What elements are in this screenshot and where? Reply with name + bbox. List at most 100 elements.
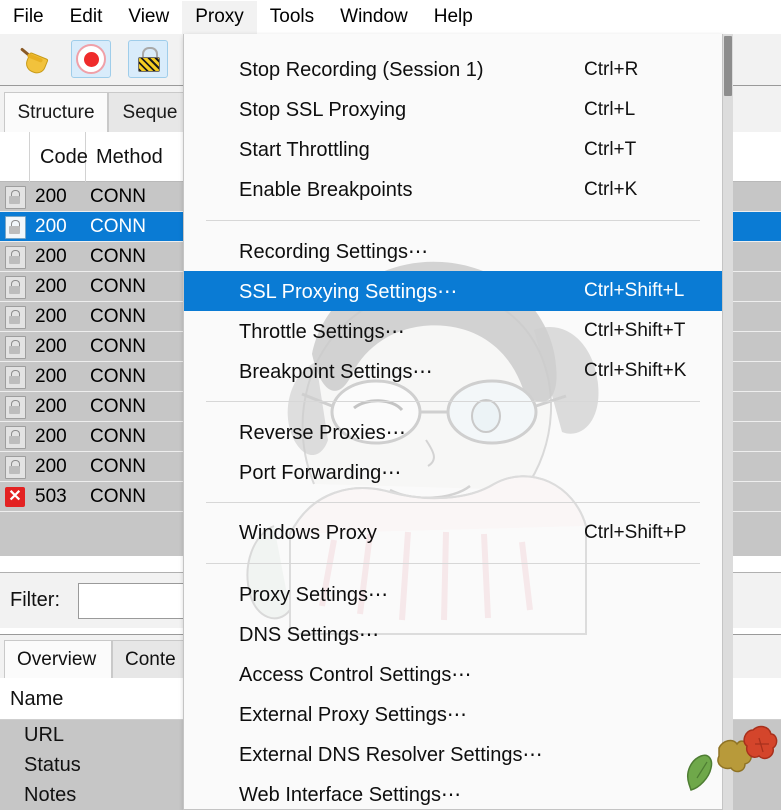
column-header-icon[interactable] xyxy=(0,132,30,182)
row-status-icon-cell xyxy=(0,182,30,212)
menu-item-external-dns-resolver-settings[interactable]: External DNS Resolver Settings⋯ xyxy=(184,734,722,774)
menu-item-label: Port Forwarding⋯ xyxy=(239,461,402,484)
error-icon: ✕ xyxy=(5,487,25,507)
menu-item-label: Proxy Settings⋯ xyxy=(239,583,388,606)
menu-item-breakpoint-settings[interactable]: Breakpoint Settings⋯ Ctrl+Shift+K xyxy=(184,351,722,391)
menu-item-stop-ssl-proxying[interactable]: Stop SSL Proxying Ctrl+L xyxy=(184,90,722,130)
menu-item-accelerator: Ctrl+K xyxy=(584,179,638,200)
menu-item-label: Throttle Settings⋯ xyxy=(239,320,405,343)
row-status-icon-cell xyxy=(0,272,30,302)
menu-item-accelerator: Ctrl+Shift+K xyxy=(584,360,687,381)
row-status-icon-cell xyxy=(0,242,30,272)
record-button[interactable] xyxy=(71,40,111,78)
menu-item-windows-proxy[interactable]: Windows Proxy Ctrl+Shift+P xyxy=(184,513,722,553)
menu-item-label: DNS Settings⋯ xyxy=(239,623,380,646)
row-code: 200 xyxy=(35,246,67,267)
column-header-code-label: Code xyxy=(40,145,88,168)
tab-structure[interactable]: Structure xyxy=(4,92,108,132)
menu-item-recording-settings[interactable]: Recording Settings⋯ xyxy=(184,231,722,271)
menu-item-label: Reverse Proxies⋯ xyxy=(239,421,406,444)
tab-sequence-label: Seque xyxy=(122,101,178,123)
menu-item-label: Web Interface Settings⋯ xyxy=(239,783,461,806)
tab-contents-label: Conte xyxy=(125,649,176,670)
menubar-item-proxy[interactable]: Proxy xyxy=(182,0,257,34)
menu-item-external-proxy-settings[interactable]: External Proxy Settings⋯ xyxy=(184,694,722,734)
lock-icon xyxy=(4,425,26,449)
row-status-icon-cell xyxy=(0,332,30,362)
menu-item-start-throttling[interactable]: Start Throttling Ctrl+T xyxy=(184,130,722,170)
lock-icon xyxy=(4,455,26,479)
lock-icon xyxy=(136,46,160,72)
menu-item-access-control-settings[interactable]: Access Control Settings⋯ xyxy=(184,654,722,694)
lock-icon xyxy=(4,275,26,299)
menu-item-accelerator: Ctrl+Shift+P xyxy=(584,522,687,543)
lock-icon xyxy=(4,245,26,269)
row-status-icon-cell xyxy=(0,422,30,452)
menubar-item-edit[interactable]: Edit xyxy=(57,1,116,34)
menu-item-proxy-settings[interactable]: Proxy Settings⋯ xyxy=(184,574,722,614)
lock-icon xyxy=(4,185,26,209)
menu-item-throttle-settings[interactable]: Throttle Settings⋯ Ctrl+Shift+T xyxy=(184,311,722,351)
row-code: 200 xyxy=(35,396,67,417)
tab-contents[interactable]: Conte xyxy=(112,640,190,679)
menu-item-accelerator: Ctrl+R xyxy=(584,59,639,80)
menu-item-accelerator: Ctrl+L xyxy=(584,99,636,120)
row-status-icon-cell xyxy=(0,452,30,482)
row-status-icon-cell xyxy=(0,392,30,422)
ssl-proxying-button[interactable] xyxy=(128,40,168,78)
record-icon xyxy=(76,44,106,74)
menu-item-label: Stop Recording (Session 1) xyxy=(239,58,484,81)
row-code: 200 xyxy=(35,306,67,327)
menu-item-ssl-proxying-settings[interactable]: SSL Proxying Settings⋯ Ctrl+Shift+L xyxy=(184,271,722,311)
menu-item-reverse-proxies[interactable]: Reverse Proxies⋯ xyxy=(184,412,722,452)
row-status-icon-cell xyxy=(0,212,30,242)
lock-icon xyxy=(4,395,26,419)
menubar-item-file[interactable]: File xyxy=(0,1,57,34)
filter-label: Filter: xyxy=(10,589,60,611)
menubar-item-tools[interactable]: Tools xyxy=(257,1,327,34)
tab-overview[interactable]: Overview xyxy=(4,640,112,679)
menu-item-label: External Proxy Settings⋯ xyxy=(239,703,467,726)
row-code: 200 xyxy=(35,216,67,237)
lock-icon xyxy=(4,335,26,359)
menu-separator xyxy=(206,220,700,221)
column-header-method-label: Method xyxy=(96,145,163,168)
tab-structure-label: Structure xyxy=(17,101,95,123)
row-code: 200 xyxy=(35,336,67,357)
broom-icon xyxy=(17,44,49,77)
menu-item-label: Enable Breakpoints xyxy=(239,178,413,201)
row-code: 503 xyxy=(35,486,67,507)
menu-item-label: Start Throttling xyxy=(239,138,370,161)
menu-item-label: Stop SSL Proxying xyxy=(239,98,407,121)
menu-item-accelerator: Ctrl+Shift+L xyxy=(584,280,685,301)
row-code: 200 xyxy=(35,366,67,387)
row-status-icon-cell xyxy=(0,302,30,332)
menu-bar: File Edit View Proxy Tools Window Help xyxy=(0,0,781,34)
menu-scrollbar[interactable] xyxy=(723,34,733,810)
menu-item-label: Access Control Settings⋯ xyxy=(239,663,472,686)
row-code: 200 xyxy=(35,456,67,477)
column-header-code[interactable]: Code xyxy=(30,132,88,182)
menu-separator xyxy=(206,401,700,402)
row-code: 200 xyxy=(35,276,67,297)
menu-separator xyxy=(206,563,700,564)
row-status-icon-cell: ✕ xyxy=(0,482,30,512)
menu-item-dns-settings[interactable]: DNS Settings⋯ xyxy=(184,614,722,654)
row-code: 200 xyxy=(35,186,67,207)
menu-item-label: Windows Proxy xyxy=(239,521,377,544)
menu-item-enable-breakpoints[interactable]: Enable Breakpoints Ctrl+K xyxy=(184,170,722,210)
menubar-item-view[interactable]: View xyxy=(115,1,182,34)
menu-item-web-interface-settings[interactable]: Web Interface Settings⋯ xyxy=(184,774,722,809)
menubar-item-help[interactable]: Help xyxy=(421,1,486,34)
menu-item-accelerator: Ctrl+Shift+T xyxy=(584,320,686,341)
menu-item-label: Breakpoint Settings⋯ xyxy=(239,360,433,383)
menu-item-port-forwarding[interactable]: Port Forwarding⋯ xyxy=(184,452,722,492)
lock-icon xyxy=(4,365,26,389)
row-status-icon-cell xyxy=(0,362,30,392)
lock-icon xyxy=(4,305,26,329)
clear-session-button[interactable] xyxy=(12,40,52,78)
menu-item-stop-recording-session-1[interactable]: Stop Recording (Session 1) Ctrl+R xyxy=(184,50,722,90)
menubar-item-window[interactable]: Window xyxy=(327,1,421,34)
tab-sequence[interactable]: Seque xyxy=(108,92,192,132)
lock-icon xyxy=(4,215,26,239)
